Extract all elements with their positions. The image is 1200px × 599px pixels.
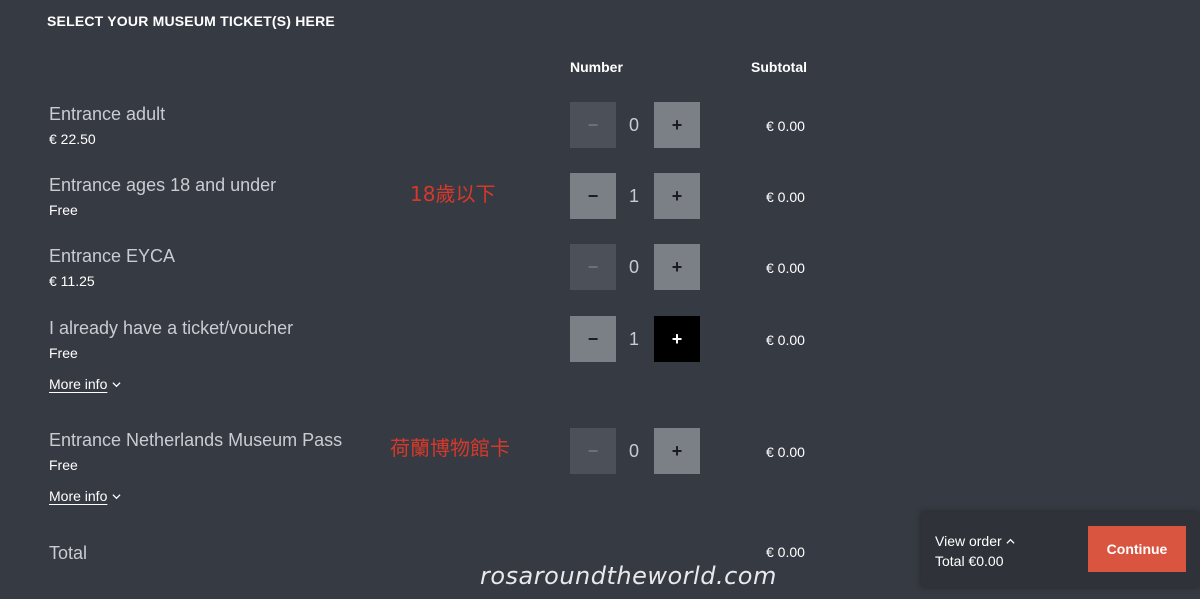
order-total: Total €0.00 bbox=[935, 553, 1004, 569]
quantity-value: 1 bbox=[628, 186, 639, 206]
chevron-up-icon bbox=[1006, 538, 1015, 544]
watermark: rosaroundtheworld.com bbox=[480, 562, 777, 590]
ticket-name: Entrance EYCA bbox=[49, 246, 176, 266]
row-subtotal: € 0.00 bbox=[766, 444, 805, 460]
decrease-button[interactable]: − bbox=[570, 102, 616, 148]
row-subtotal: € 0.00 bbox=[766, 332, 805, 348]
ticket-price: € 11.25 bbox=[49, 273, 95, 289]
row-subtotal: € 0.00 bbox=[766, 118, 805, 134]
view-order-toggle[interactable]: View order bbox=[935, 533, 1015, 549]
ticket-price: Free bbox=[49, 202, 78, 218]
ticket-name: Entrance Netherlands Museum Pass bbox=[49, 430, 343, 450]
ticket-price: € 22.50 bbox=[49, 131, 96, 147]
decrease-button[interactable]: − bbox=[570, 173, 616, 219]
quantity-value: 1 bbox=[628, 329, 639, 349]
decrease-button[interactable]: − bbox=[570, 316, 616, 362]
more-info-label: More info bbox=[49, 376, 108, 392]
quantity-value: 0 bbox=[628, 257, 639, 277]
more-info-link[interactable]: More info bbox=[49, 376, 121, 392]
decrease-button[interactable]: − bbox=[570, 244, 616, 290]
increase-button[interactable]: + bbox=[654, 244, 700, 290]
order-summary-panel: View order Total €0.00 Continue bbox=[921, 512, 1200, 587]
increase-button[interactable]: + bbox=[654, 102, 700, 148]
total-value: € 0.00 bbox=[766, 544, 805, 560]
ticket-name: Entrance ages 18 and under bbox=[49, 175, 277, 195]
chevron-down-icon bbox=[112, 493, 121, 499]
row-subtotal: € 0.00 bbox=[766, 189, 805, 205]
chevron-down-icon bbox=[112, 381, 121, 387]
page-title: SELECT YOUR MUSEUM TICKET(S) HERE bbox=[47, 13, 335, 29]
annotation-museum-pass: 荷蘭博物館卡 bbox=[390, 436, 510, 460]
total-label: Total bbox=[49, 543, 88, 563]
more-info-label: More info bbox=[49, 488, 108, 504]
number-column-header: Number bbox=[570, 59, 623, 75]
quantity-value: 0 bbox=[628, 441, 639, 461]
more-info-link[interactable]: More info bbox=[49, 488, 121, 504]
row-subtotal: € 0.00 bbox=[766, 260, 805, 276]
ticket-price: Free bbox=[49, 457, 78, 473]
annotation-under-18: 18歲以下 bbox=[410, 182, 496, 206]
increase-button[interactable]: + bbox=[654, 316, 700, 362]
ticket-price: Free bbox=[49, 345, 78, 361]
decrease-button[interactable]: − bbox=[570, 428, 616, 474]
increase-button[interactable]: + bbox=[654, 173, 700, 219]
view-order-label: View order bbox=[935, 533, 1002, 549]
increase-button[interactable]: + bbox=[654, 428, 700, 474]
subtotal-column-header: Subtotal bbox=[751, 59, 807, 75]
ticket-name: I already have a ticket/voucher bbox=[49, 318, 294, 338]
continue-button[interactable]: Continue bbox=[1088, 526, 1186, 572]
quantity-value: 0 bbox=[628, 115, 639, 135]
ticket-name: Entrance adult bbox=[49, 104, 166, 124]
